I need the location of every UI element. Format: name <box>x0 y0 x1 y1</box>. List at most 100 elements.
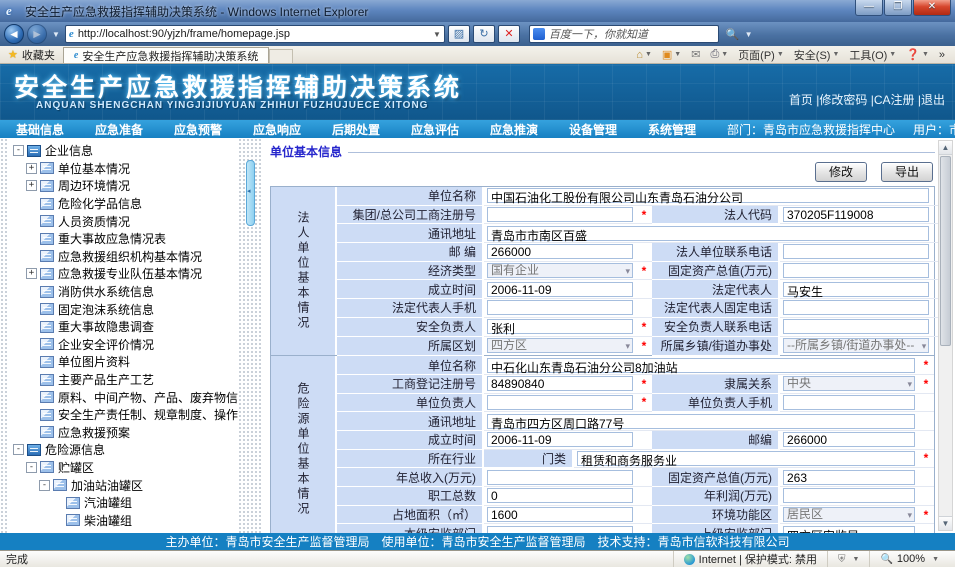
tree-item-label[interactable]: 柴油罐组 <box>84 512 132 529</box>
tree-item-label[interactable]: 消防供水系统信息 <box>58 283 154 300</box>
tree-item[interactable]: 应急救援预案 <box>13 424 238 442</box>
text-field[interactable]: 266000 <box>487 244 633 259</box>
scroll-thumb[interactable] <box>940 156 951 346</box>
select-field[interactable]: --所属乡镇/街道办事处-- <box>783 338 929 353</box>
page-menu[interactable]: 页面(P)▼ <box>734 47 788 63</box>
tree-item[interactable]: 汽油罐组 <box>13 494 238 512</box>
tree-item[interactable]: 原料、中间产物、产品、废弃物信息 <box>13 388 238 406</box>
tree-item[interactable]: 危险化学品信息 <box>13 195 238 213</box>
tree-item-label[interactable]: 单位基本情况 <box>58 160 130 177</box>
tree-item[interactable]: +周边环境情况 <box>13 177 238 195</box>
search-icon[interactable]: 🔍 <box>726 28 740 41</box>
tree-item-label[interactable]: 主要产品生产工艺 <box>58 371 154 388</box>
menu-item-1[interactable]: 应急准备 <box>95 121 174 138</box>
tree-item-label[interactable]: 危险源信息 <box>45 441 105 458</box>
collapse-icon[interactable]: - <box>26 462 37 473</box>
tree-item-label[interactable]: 加油站油罐区 <box>71 477 143 494</box>
menu-item-2[interactable]: 应急预警 <box>174 121 253 138</box>
home-button[interactable]: ⌂▼ <box>632 49 656 61</box>
tree-item[interactable]: 应急救援组织机构基本情况 <box>13 248 238 266</box>
tree-item-label[interactable]: 单位图片资料 <box>58 353 130 370</box>
text-field[interactable]: 张利 <box>487 319 633 334</box>
text-field[interactable]: 2006-11-09 <box>487 432 633 447</box>
text-field[interactable]: 84890840 <box>487 376 633 391</box>
collapse-icon[interactable]: - <box>13 145 24 156</box>
text-field[interactable] <box>783 395 915 410</box>
search-dropdown-icon[interactable]: ▼ <box>745 30 753 39</box>
tree-item[interactable]: 重大事故隐患调查 <box>13 318 238 336</box>
tree-item-label[interactable]: 应急救援组织机构基本情况 <box>58 248 202 265</box>
tree-item[interactable]: 重大事故应急情况表 <box>13 230 238 248</box>
select-field[interactable]: 居民区 <box>783 507 915 522</box>
scroll-down-icon[interactable]: ▼ <box>939 516 952 530</box>
collapse-icon[interactable]: - <box>13 444 24 455</box>
back-button[interactable]: ◄ <box>4 24 24 44</box>
top-link-0[interactable]: 首页 <box>789 93 813 107</box>
address-bar[interactable]: e http://localhost:90/yjzh/frame/homepag… <box>65 25 445 43</box>
print-button[interactable]: ⎙▼ <box>706 48 732 61</box>
tree-item[interactable]: 固定泡沫系统信息 <box>13 300 238 318</box>
tree-item[interactable]: - 企业信息 <box>13 142 238 160</box>
text-field[interactable] <box>783 488 915 503</box>
text-field[interactable]: 263 <box>783 470 915 485</box>
address-dropdown-icon[interactable]: ▼ <box>433 30 441 39</box>
tree-item[interactable]: 柴油罐组 <box>13 511 238 529</box>
text-field[interactable]: 0 <box>487 488 633 503</box>
tree-item-label[interactable]: 安全生产责任制、规章制度、操作规程信息 <box>58 406 238 423</box>
expand-icon[interactable]: + <box>26 163 37 174</box>
tree-item-label[interactable]: 周边环境情况 <box>58 177 130 194</box>
tree-item[interactable]: 消防供水系统信息 <box>13 283 238 301</box>
menu-item-0[interactable]: 基础信息 <box>16 121 95 138</box>
browser-tab[interactable]: e 安全生产应急救援指挥辅助决策系统 <box>63 47 269 63</box>
tree-item[interactable]: -加油站油罐区 <box>13 476 238 494</box>
expand-icon[interactable]: + <box>26 268 37 279</box>
text-field[interactable] <box>487 526 633 533</box>
help-menu[interactable]: ❓▼ <box>902 48 933 61</box>
menu-item-3[interactable]: 应急响应 <box>253 121 332 138</box>
text-field[interactable]: 青岛市市南区百盛 <box>487 226 929 241</box>
menu-item-4[interactable]: 后期处置 <box>332 121 411 138</box>
splitter[interactable] <box>238 138 262 533</box>
text-field[interactable] <box>783 300 929 315</box>
address-url[interactable]: http://localhost:90/yjzh/frame/homepage.… <box>78 28 429 40</box>
text-field[interactable] <box>783 319 929 334</box>
zoom-control[interactable]: 🔍 100%▼ <box>869 551 949 567</box>
text-field[interactable] <box>487 395 633 410</box>
select-field[interactable]: 国有企业 <box>487 263 633 278</box>
text-field[interactable] <box>487 207 633 222</box>
tree-item-label[interactable]: 重大事故应急情况表 <box>58 230 166 247</box>
history-dropdown-icon[interactable]: ▼ <box>52 30 60 39</box>
tree-item-label[interactable]: 应急救援预案 <box>58 424 130 441</box>
tree-item-label[interactable]: 危险化学品信息 <box>58 195 142 212</box>
export-button[interactable]: 导出 <box>881 162 933 182</box>
close-button[interactable]: ✕ <box>913 0 951 16</box>
tree-item[interactable]: -贮罐区 <box>13 459 238 477</box>
menu-item-5[interactable]: 应急评估 <box>411 121 490 138</box>
favorites-button[interactable]: ★ 收藏夹 <box>0 46 63 63</box>
tree-item[interactable]: 主要产品生产工艺 <box>13 371 238 389</box>
stop-button[interactable]: ✕ <box>498 25 520 43</box>
menu-item-6[interactable]: 应急推演 <box>490 121 569 138</box>
compatibility-view-button[interactable]: ▨ <box>448 25 470 43</box>
tree-item[interactable]: - 危险源信息 <box>13 441 238 459</box>
text-field[interactable]: 370205F119008 <box>783 207 929 222</box>
mail-button[interactable]: ✉ <box>687 48 704 61</box>
top-link-2[interactable]: CA注册 <box>874 93 915 107</box>
tree-item[interactable]: 安全生产责任制、规章制度、操作规程信息 <box>13 406 238 424</box>
splitter-handle[interactable] <box>246 160 255 226</box>
tree-item-label[interactable]: 企业信息 <box>45 142 93 159</box>
text-field[interactable]: 1600 <box>487 507 633 522</box>
tree-item-label[interactable]: 固定泡沫系统信息 <box>58 301 154 318</box>
text-field[interactable]: 中石化山东青岛石油分公司8加油站 <box>487 358 915 373</box>
text-field[interactable]: 266000 <box>783 432 915 447</box>
text-field[interactable]: 马安生 <box>783 282 929 297</box>
top-link-3[interactable]: 退出 <box>921 93 945 107</box>
text-field[interactable]: 2006-11-09 <box>487 282 633 297</box>
tree-item[interactable]: 单位图片资料 <box>13 353 238 371</box>
text-field[interactable] <box>783 244 929 259</box>
text-field[interactable] <box>487 470 633 485</box>
tree-item-label[interactable]: 企业安全评价情况 <box>58 336 154 353</box>
tree-item-label[interactable]: 应急救援专业队伍基本情况 <box>58 265 202 282</box>
text-field[interactable]: 四方区安监局 <box>783 526 915 533</box>
forward-button[interactable]: ► <box>27 24 47 44</box>
